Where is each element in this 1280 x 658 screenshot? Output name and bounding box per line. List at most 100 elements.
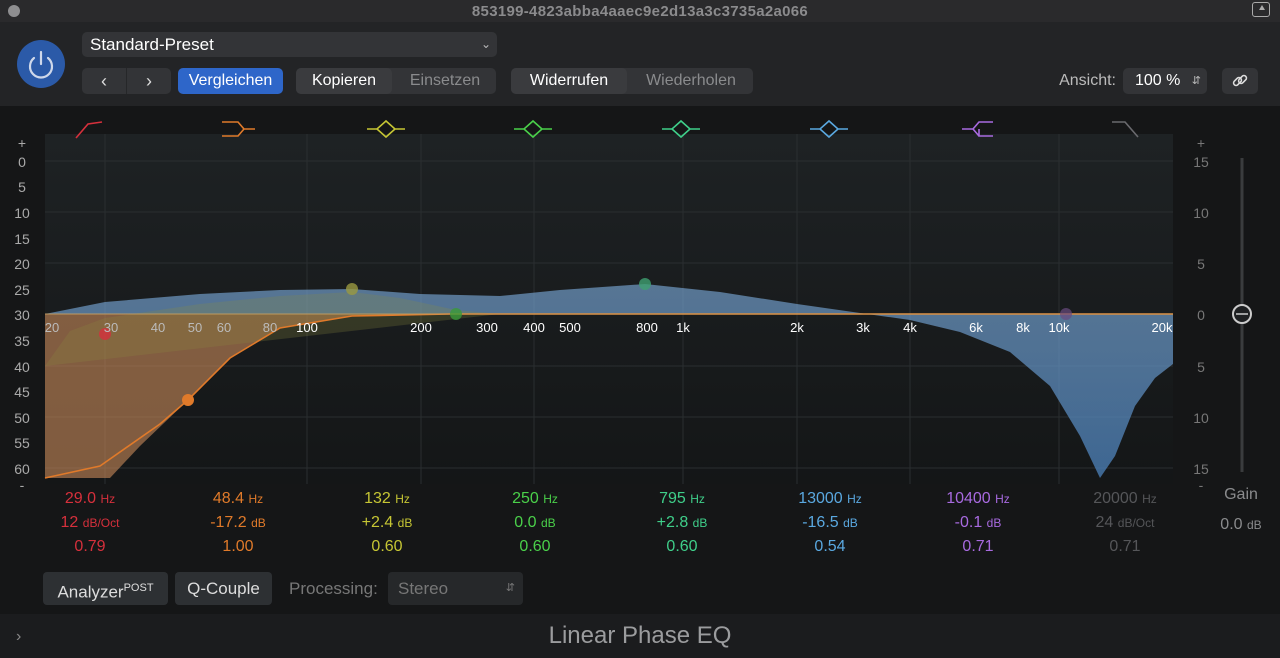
redo-button[interactable]: Wiederholen: [629, 68, 753, 94]
analyzer-button[interactable]: AnalyzerPOST: [43, 572, 168, 605]
svg-text:80: 80: [263, 320, 277, 335]
previous-preset-button[interactable]: ‹: [82, 68, 126, 94]
band-7-freq[interactable]: 10400 Hz: [918, 490, 1038, 508]
band-2-gain[interactable]: -17.2 dB: [178, 514, 298, 532]
plugin-name: Linear Phase EQ: [548, 622, 732, 649]
svg-text:2k: 2k: [790, 320, 804, 335]
band-4-params[interactable]: 250 Hz 0.0 dB 0.60: [475, 490, 595, 556]
band-1-gain[interactable]: 12 dB/Oct: [30, 514, 150, 532]
svg-text:40: 40: [151, 320, 165, 335]
share-icon[interactable]: [1252, 2, 1270, 17]
band-5-freq[interactable]: 795 Hz: [622, 490, 742, 508]
svg-text:0: 0: [18, 154, 26, 170]
svg-text:4k: 4k: [903, 320, 917, 335]
band-4-handle[interactable]: [450, 308, 462, 320]
svg-text:5: 5: [1197, 256, 1205, 272]
right-db-scale: + 15 10 5 0 5 10 15 -: [1193, 135, 1209, 493]
svg-text:5: 5: [1197, 359, 1205, 375]
svg-text:+: +: [1197, 135, 1205, 151]
band-2-handle[interactable]: [182, 394, 194, 406]
band-1-params[interactable]: 29.0 Hz 12 dB/Oct 0.79: [30, 490, 150, 556]
svg-text:50: 50: [14, 410, 30, 426]
band-6-freq[interactable]: 13000 Hz: [770, 490, 890, 508]
band-5-params[interactable]: 795 Hz +2.8 dB 0.60: [622, 490, 742, 556]
band-6-params[interactable]: 13000 Hz -16.5 dB 0.54: [770, 490, 890, 556]
svg-text:1k: 1k: [676, 320, 690, 335]
compare-button[interactable]: Vergleichen: [178, 68, 283, 94]
svg-text:10: 10: [14, 205, 30, 221]
chevron-down-icon: ⌄: [480, 37, 491, 51]
band-3-gain[interactable]: +2.4 dB: [327, 514, 447, 532]
svg-text:55: 55: [14, 435, 30, 451]
power-button[interactable]: [17, 40, 65, 88]
band-6-q[interactable]: 0.54: [770, 538, 890, 556]
svg-text:200: 200: [410, 320, 432, 335]
band-7-q[interactable]: 0.71: [918, 538, 1038, 556]
processing-value: Stereo: [398, 579, 449, 598]
footer: › Linear Phase EQ: [0, 614, 1280, 658]
view-label: Ansicht:: [1059, 72, 1116, 89]
zoom-select[interactable]: 100 % ⇵: [1123, 68, 1207, 94]
svg-text:40: 40: [14, 359, 30, 375]
zoom-value: 100 %: [1135, 72, 1181, 89]
band-1-freq[interactable]: 29.0 Hz: [30, 490, 150, 508]
band-5-gain[interactable]: +2.8 dB: [622, 514, 742, 532]
gain-value[interactable]: 0.0 dB: [1200, 516, 1280, 534]
svg-text:45: 45: [14, 384, 30, 400]
q-couple-button[interactable]: Q-Couple: [175, 572, 272, 605]
svg-text:25: 25: [14, 282, 30, 298]
svg-text:50: 50: [188, 320, 202, 335]
paste-button[interactable]: Einsetzen: [394, 68, 496, 94]
band-4-gain[interactable]: 0.0 dB: [475, 514, 595, 532]
svg-text:100: 100: [296, 320, 318, 335]
svg-text:15: 15: [1193, 154, 1209, 170]
band-2-params[interactable]: 48.4 Hz -17.2 dB 1.00: [178, 490, 298, 556]
band-2-q[interactable]: 1.00: [178, 538, 298, 556]
band-3-q[interactable]: 0.60: [327, 538, 447, 556]
undo-button[interactable]: Widerrufen: [511, 68, 627, 94]
band-7-params[interactable]: 10400 Hz -0.1 dB 0.71: [918, 490, 1038, 556]
analyzer-label: Analyzer: [57, 582, 124, 602]
band-8-freq[interactable]: 20000 Hz: [1065, 490, 1185, 508]
band-6-gain[interactable]: -16.5 dB: [770, 514, 890, 532]
analyzer-mode: POST: [123, 582, 154, 594]
svg-text:10k: 10k: [1049, 320, 1070, 335]
band-3-params[interactable]: 132 Hz +2.4 dB 0.60: [327, 490, 447, 556]
preset-dropdown[interactable]: Standard-Preset ⌄: [82, 32, 497, 57]
band-5-q[interactable]: 0.60: [622, 538, 742, 556]
band-8-q[interactable]: 0.71: [1065, 538, 1185, 556]
svg-text:15: 15: [1193, 461, 1209, 477]
copy-button[interactable]: Kopieren: [296, 68, 392, 94]
band-8-gain[interactable]: 24 dB/Oct: [1065, 514, 1185, 532]
band-1-q[interactable]: 0.79: [30, 538, 150, 556]
svg-text:20: 20: [14, 256, 30, 272]
band-8-params[interactable]: 20000 Hz 24 dB/Oct 0.71: [1065, 490, 1185, 556]
band-5-handle[interactable]: [639, 278, 651, 290]
plugin-header: Standard-Preset ⌄ ‹ › Vergleichen Kopier…: [0, 22, 1280, 106]
band-7-gain[interactable]: -0.1 dB: [918, 514, 1038, 532]
eq-panel: + 0 5 10 15 20 25 30 35 40 45 50 55 60 -…: [0, 106, 1280, 614]
stepper-icon: ⇵: [1191, 75, 1201, 87]
processing-select[interactable]: Stereo ⇵: [388, 572, 523, 605]
band-4-freq[interactable]: 250 Hz: [475, 490, 595, 508]
chevron-left-icon: ‹: [101, 71, 107, 91]
svg-text:8k: 8k: [1016, 320, 1030, 335]
stepper-icon: ⇵: [505, 582, 515, 594]
link-button[interactable]: [1222, 68, 1258, 94]
left-db-scale: + 0 5 10 15 20 25 30 35 40 45 50 55 60 -: [14, 135, 30, 493]
band-2-freq[interactable]: 48.4 Hz: [178, 490, 298, 508]
band-2-lowshelf-icon[interactable]: [222, 121, 255, 137]
band-7-handle[interactable]: [1060, 308, 1072, 320]
svg-text:800: 800: [636, 320, 658, 335]
svg-text:20: 20: [45, 320, 59, 335]
svg-text:6k: 6k: [969, 320, 983, 335]
svg-text:+: +: [18, 135, 26, 151]
copy-paste-group: Kopieren Einsetzen: [296, 68, 496, 94]
svg-text:5: 5: [18, 179, 26, 195]
band-7-highshelf-icon[interactable]: [962, 121, 993, 137]
band-3-freq[interactable]: 132 Hz: [327, 490, 447, 508]
band-3-handle[interactable]: [346, 283, 358, 295]
band-4-q[interactable]: 0.60: [475, 538, 595, 556]
next-preset-button[interactable]: ›: [126, 68, 171, 94]
svg-text:30: 30: [104, 320, 118, 335]
